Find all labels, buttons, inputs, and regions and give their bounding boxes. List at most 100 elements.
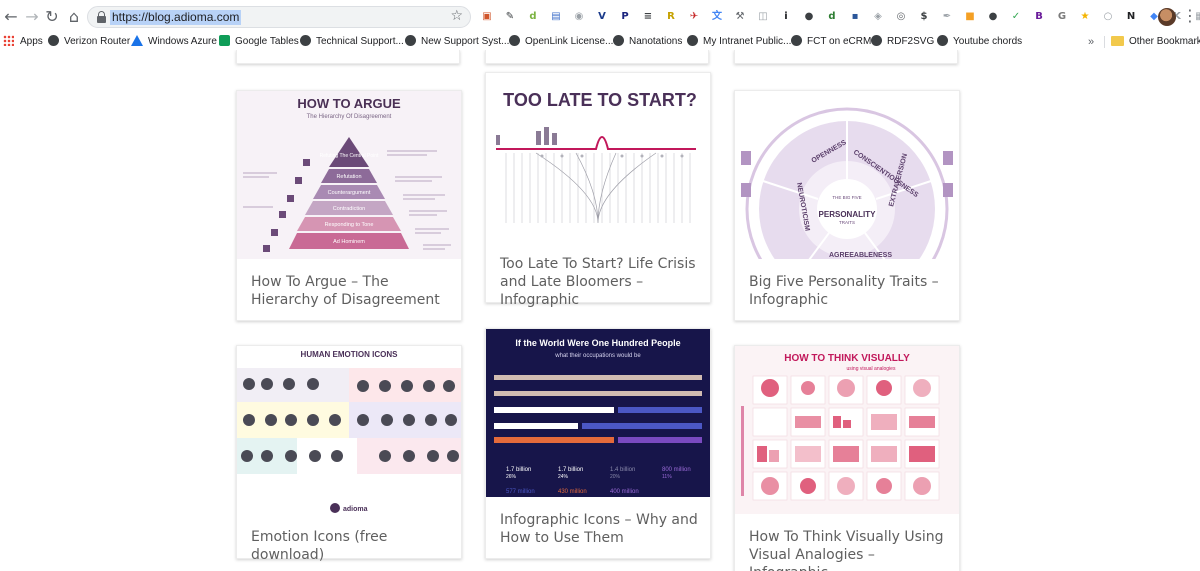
extension-tool-icon[interactable]: ⚒ [732, 9, 748, 25]
globe-icon [509, 35, 520, 46]
back-arrow-icon[interactable]: ← [1, 7, 21, 27]
card-previous-row[interactable] [485, 50, 709, 64]
extension-d2-icon[interactable]: d [824, 9, 840, 25]
bookmark-label: Youtube chords [953, 36, 1023, 47]
extension-eye-icon[interactable]: ◎ [893, 9, 909, 25]
extension-ring-icon[interactable]: ○ [1100, 9, 1116, 25]
extension-g-icon[interactable]: G [1054, 9, 1070, 25]
card-previous-row[interactable] [734, 50, 958, 64]
post-card[interactable]: HUMAN EMOTION ICONS adioma Emotion Icons… [236, 345, 462, 563]
extension-bulb-icon[interactable]: ◉ [571, 9, 587, 25]
extension-r-icon[interactable]: R [663, 9, 679, 25]
thumb-heading: HOW TO THINK VISUALLY [784, 353, 910, 364]
extension-check-icon[interactable]: ✓ [1008, 9, 1024, 25]
globe-icon [791, 35, 802, 46]
address-bar[interactable]: https://blog.adioma.com ☆ [87, 6, 471, 28]
extension-shield-icon[interactable]: ◈ [870, 9, 886, 25]
extension-circle-icon[interactable]: ● [985, 9, 1001, 25]
bookmark-technical-support[interactable]: Technical Support... [300, 34, 404, 50]
post-thumbnail[interactable]: If the World Were One Hundred People wha… [486, 329, 710, 497]
bookmark-label: OpenLink License... [525, 36, 614, 47]
pyramid-level-label: Refutation [336, 174, 361, 180]
post-title[interactable]: Infographic Icons – Why and How to Use T… [500, 511, 698, 547]
thumb-heading: If the World Were One Hundred People [515, 338, 680, 348]
forward-arrow-icon[interactable]: → [22, 7, 42, 27]
extension-edit-icon[interactable]: ✎ [502, 9, 518, 25]
bookmark-my-intranet[interactable]: My Intranet Public... [687, 34, 791, 50]
bookmark-label: FCT on eCRM [807, 36, 872, 47]
bookmark-fct-ecrm[interactable]: FCT on eCRM [791, 34, 871, 50]
extension-v-icon[interactable]: V [594, 9, 610, 25]
bookmark-star-icon[interactable]: ☆ [450, 8, 463, 24]
bookmark-openlink-license[interactable]: OpenLink License... [509, 34, 613, 50]
bookmarks-divider [1104, 36, 1105, 48]
bookmark-windows-azure[interactable]: Windows Azure [131, 34, 217, 50]
extension-d-icon[interactable]: d [525, 9, 541, 25]
post-title[interactable]: Big Five Personality Traits – Infographi… [749, 273, 947, 309]
bookmark-verizon-router[interactable]: Verizon Router [48, 34, 130, 50]
post-thumbnail[interactable]: HUMAN EMOTION ICONS adioma [237, 346, 461, 514]
post-thumbnail[interactable]: TOO LATE TO START? [486, 73, 710, 241]
extension-layers-icon[interactable]: ≡ [640, 9, 656, 25]
bottom-stat: 400 million [610, 489, 639, 495]
extension-p-icon[interactable]: P [617, 9, 633, 25]
extension-save-icon[interactable]: ▪ [847, 9, 863, 25]
extension-panda-icon[interactable]: ● [801, 9, 817, 25]
bottom-stat: 430 million [558, 489, 587, 495]
post-card[interactable]: THE BIG FIVE PERSONALITY TRAITS OPENNESS… [734, 90, 960, 321]
extension-box-icon[interactable]: ▣ [479, 9, 495, 25]
pyramid-level-label: Ad Hominem [333, 239, 365, 245]
post-thumbnail[interactable]: HOW TO ARGUE The Hierarchy Of Disagreeme… [237, 91, 461, 259]
extension-n-icon[interactable]: N [1123, 9, 1139, 25]
post-thumbnail[interactable]: HOW TO THINK VISUALLY using visual analo… [735, 346, 959, 514]
url-text[interactable]: https://blog.adioma.com [110, 10, 242, 25]
extension-b-icon[interactable]: B [1031, 9, 1047, 25]
post-card[interactable]: TOO LATE TO START? Too Late To Start? Li… [485, 72, 711, 308]
bookmark-google-tables[interactable]: Google Tables [219, 34, 299, 50]
globe-icon [48, 35, 59, 46]
home-icon[interactable]: ⌂ [64, 7, 84, 27]
extension-slides-icon[interactable]: ▤ [548, 9, 564, 25]
bookmark-apps[interactable]: Apps [3, 34, 43, 50]
post-card[interactable]: HOW TO ARGUE The Hierarchy Of Disagreeme… [236, 90, 462, 321]
pyramid-level-label: Contradiction [333, 206, 365, 212]
globe-icon [613, 35, 624, 46]
globe-icon [405, 35, 416, 46]
thumb-heading: TOO LATE TO START? [503, 90, 697, 110]
card-previous-row[interactable] [236, 50, 460, 64]
extension-pen-icon[interactable]: ✒ [939, 9, 955, 25]
extension-bird-icon[interactable]: ✈ [686, 9, 702, 25]
stat-value: 1.7 billion [506, 467, 531, 473]
reload-icon[interactable]: ↻ [42, 7, 62, 27]
post-thumbnail[interactable]: THE BIG FIVE PERSONALITY TRAITS OPENNESS… [735, 91, 959, 259]
bookmark-other[interactable]: Other Bookmarks [1111, 34, 1200, 50]
extension-translate-icon[interactable]: 文 [709, 9, 725, 25]
bookmarks-bar: Apps Verizon Router Windows Azure Google… [0, 34, 1200, 50]
post-title[interactable]: How To Think Visually Using Visual Analo… [749, 528, 947, 571]
bookmark-new-support-system[interactable]: New Support Syst... [405, 34, 509, 50]
menu-icon[interactable]: ⋮ [1182, 6, 1198, 26]
post-title[interactable]: Emotion Icons (free download) [251, 528, 449, 564]
bookmark-youtube-chords[interactable]: Youtube chords [937, 34, 1022, 50]
bookmark-label: Nanotations [629, 36, 683, 47]
extension-orange-icon[interactable]: ■ [962, 9, 978, 25]
post-title[interactable]: Too Late To Start? Life Crisis and Late … [500, 255, 698, 309]
bookmark-label: Google Tables [235, 36, 299, 47]
globe-icon [687, 35, 698, 46]
bookmarks-overflow-button[interactable]: » [1088, 34, 1094, 50]
stat-value: 1.4 billion [610, 467, 635, 473]
extension-screenshot-icon[interactable]: ◫ [755, 9, 771, 25]
thumb-subheading: using visual analogies [847, 366, 896, 372]
post-title[interactable]: How To Argue – The Hierarchy of Disagree… [251, 273, 449, 309]
post-card[interactable]: If the World Were One Hundred People wha… [485, 328, 711, 559]
center-caption-top: THE BIG FIVE [832, 195, 861, 200]
lock-icon[interactable] [97, 11, 106, 23]
bookmark-nanotations[interactable]: Nanotations [613, 34, 682, 50]
extension-dollar-icon[interactable]: $ [916, 9, 932, 25]
extension-star-icon[interactable]: ★ [1077, 9, 1093, 25]
profile-avatar[interactable] [1158, 8, 1176, 26]
post-card[interactable]: HOW TO THINK VISUALLY using visual analo… [734, 345, 960, 571]
bookmark-rdf2svg[interactable]: RDF2SVG [871, 34, 934, 50]
pyramid-level-label: Responding to Tone [325, 222, 374, 228]
extension-info-icon[interactable]: i [778, 9, 794, 25]
